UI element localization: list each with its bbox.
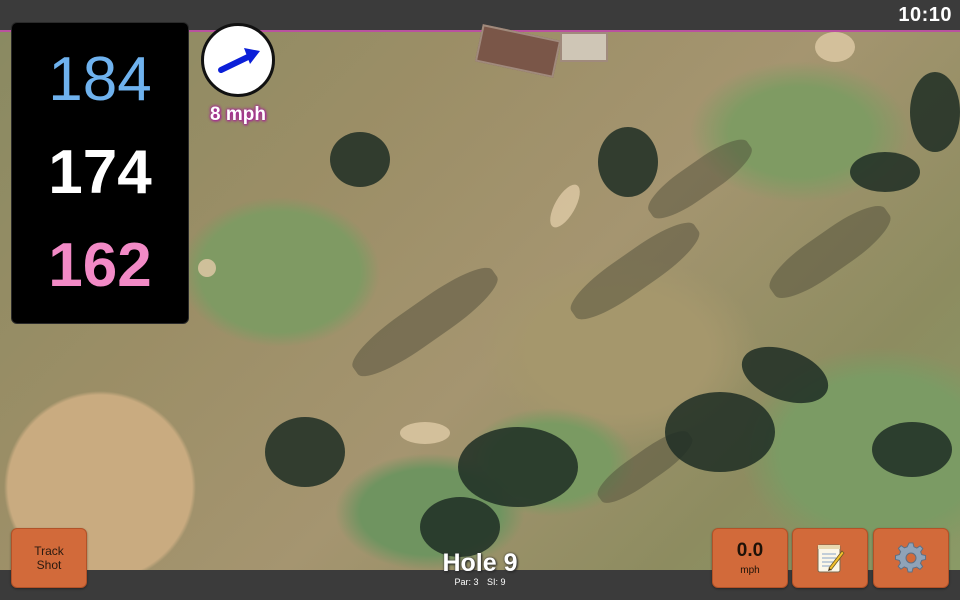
hole-par: Par: 3 (454, 577, 479, 587)
hole-info: Hole 9 Par: 3 SI: 9 (400, 549, 560, 588)
clubhouse-building (474, 24, 562, 78)
wind-speed-label: 8 mph (210, 104, 266, 125)
tree (665, 392, 775, 472)
tree (910, 72, 960, 152)
settings-button[interactable] (873, 528, 949, 588)
tree (330, 132, 390, 187)
back-distance: 184 (48, 44, 152, 114)
speed-unit: mph (740, 565, 760, 576)
hole-details: Par: 3 SI: 9 (400, 577, 560, 588)
bunker (198, 259, 216, 277)
tree (420, 497, 500, 557)
tree (265, 417, 345, 487)
track-shot-button[interactable]: Track Shot (11, 528, 87, 588)
tree (850, 152, 920, 192)
tree-shadow (562, 212, 708, 330)
front-distance: 162 (48, 231, 152, 301)
notes-button[interactable] (792, 528, 868, 588)
wind-direction-arrow-icon (218, 48, 260, 73)
tree-shadow (761, 195, 899, 309)
wind-indicator[interactable] (201, 23, 275, 97)
hole-stroke-index: SI: 9 (487, 577, 506, 587)
track-shot-label-line2: Shot (36, 558, 62, 572)
middle-distance: 174 (48, 137, 152, 207)
building (560, 32, 608, 62)
notepad-icon (817, 544, 845, 573)
tree (458, 427, 578, 507)
bunker (400, 422, 450, 444)
hole-title: Hole 9 (442, 549, 518, 577)
bunker (815, 32, 855, 62)
status-clock: 10:10 (898, 4, 952, 26)
tree-shadow (641, 130, 759, 228)
gear-icon (895, 542, 927, 573)
tree-shadow (343, 256, 507, 388)
bunker (544, 180, 586, 232)
tree (872, 422, 952, 477)
track-shot-label-line1: Track (34, 544, 64, 558)
speed-value: 0.0 (736, 540, 764, 561)
speed-button[interactable]: 0.0 mph (712, 528, 788, 588)
distance-panel: 184 174 162 (11, 22, 189, 324)
tree (598, 127, 658, 197)
